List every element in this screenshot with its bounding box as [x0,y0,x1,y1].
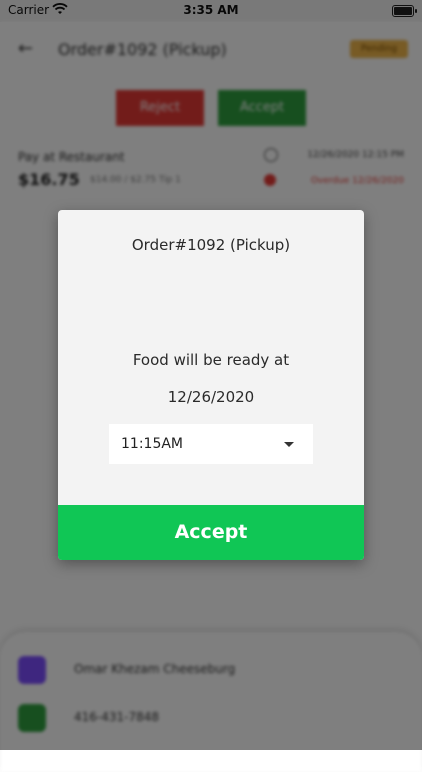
ready-date: 12/26/2020 [167,388,255,406]
dialog-title: Order#1092 (Pickup) [131,236,291,254]
caret-down-icon [284,442,294,447]
accept-button[interactable]: Accept [58,505,364,560]
ready-time-dialog: Order#1092 (Pickup) Food will be ready a… [58,210,364,560]
ready-time-value: 11:15AM [121,436,184,452]
ready-time-select[interactable]: 11:15AM [109,424,313,464]
ready-text: Food will be ready at [132,351,290,369]
